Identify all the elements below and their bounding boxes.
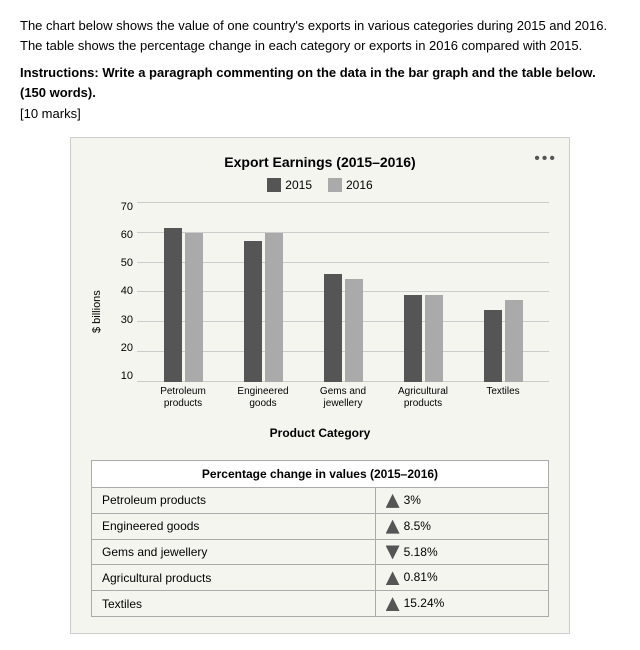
table-header: Percentage change in values (2015–2016) <box>92 461 549 488</box>
table-percent-2: 5.18% <box>404 545 438 559</box>
data-table: Percentage change in values (2015–2016) … <box>91 460 549 617</box>
arrow-up-icon <box>386 494 400 508</box>
bar-2015-3 <box>404 295 422 382</box>
bar-2016-4 <box>505 300 523 382</box>
table-category-1: Engineered goods <box>92 513 376 539</box>
x-label-2: Gems andjewellery <box>307 382 379 422</box>
y-labels: 70 60 50 40 30 20 10 <box>107 202 137 382</box>
y-label-20: 20 <box>107 343 137 354</box>
legend-2015-box <box>267 178 281 192</box>
table-value-4: 15.24% <box>375 591 548 617</box>
y-axis-label: $ billions <box>91 202 103 422</box>
table-percent-4: 15.24% <box>404 596 445 610</box>
table-value-3: 0.81% <box>375 565 548 591</box>
bar-2016-3 <box>425 295 443 382</box>
arrow-up-icon <box>386 520 400 534</box>
table-row-4: Textiles 15.24% <box>92 591 549 617</box>
table-percent-1: 8.5% <box>404 519 431 533</box>
y-label-70: 70 <box>107 202 137 213</box>
x-label-4: Textiles <box>467 382 539 422</box>
chart-inner: 70 60 50 40 30 20 10 Petroleumprod <box>107 202 549 422</box>
legend-2015: 2015 <box>267 178 312 192</box>
table-row-2: Gems and jewellery 5.18% <box>92 539 549 565</box>
bar-chart-area: $ billions 70 60 50 40 30 20 10 <box>91 202 549 422</box>
bar-group-2 <box>307 274 379 382</box>
legend-2016: 2016 <box>328 178 373 192</box>
bar-group-3 <box>387 295 459 382</box>
x-label-1: Engineeredgoods <box>227 382 299 422</box>
arrow-up-icon <box>386 597 400 611</box>
table-category-2: Gems and jewellery <box>92 539 376 565</box>
legend-2015-label: 2015 <box>285 178 312 192</box>
x-label-3: Agriculturalproducts <box>387 382 459 422</box>
y-label-10: 10 <box>107 371 137 382</box>
x-axis-title: Product Category <box>91 426 549 440</box>
instructions-text: Instructions: Write a paragraph commenti… <box>20 63 620 102</box>
bar-2015-4 <box>484 310 502 382</box>
bar-group-1 <box>227 233 299 382</box>
bar-2015-2 <box>324 274 342 382</box>
intro-text: The chart below shows the value of one c… <box>20 16 620 55</box>
bar-group-4 <box>467 300 539 382</box>
legend-2016-label: 2016 <box>346 178 373 192</box>
y-label-60: 60 <box>107 230 137 241</box>
table-row-0: Petroleum products 3% <box>92 488 549 514</box>
bar-2016-2 <box>345 279 363 382</box>
table-section: Percentage change in values (2015–2016) … <box>91 460 549 617</box>
table-percent-3: 0.81% <box>404 570 438 584</box>
bar-2016-1 <box>265 233 283 382</box>
table-value-2: 5.18% <box>375 539 548 565</box>
bar-2015-1 <box>244 241 262 382</box>
table-category-3: Agricultural products <box>92 565 376 591</box>
bars-row <box>137 202 549 382</box>
table-category-4: Textiles <box>92 591 376 617</box>
table-value-1: 8.5% <box>375 513 548 539</box>
chart-container: ••• Export Earnings (2015–2016) 2015 201… <box>70 137 570 634</box>
chart-title: Export Earnings (2015–2016) <box>91 154 549 170</box>
more-options-icon[interactable]: ••• <box>534 150 557 168</box>
legend-2016-box <box>328 178 342 192</box>
x-labels: PetroleumproductsEngineeredgoodsGems and… <box>137 382 549 422</box>
table-row-1: Engineered goods 8.5% <box>92 513 549 539</box>
bar-2016-0 <box>185 233 203 382</box>
marks-text: [10 marks] <box>20 106 620 121</box>
table-percent-0: 3% <box>404 493 421 507</box>
y-label-50: 50 <box>107 258 137 269</box>
y-label-30: 30 <box>107 315 137 326</box>
table-value-0: 3% <box>375 488 548 514</box>
arrow-up-icon <box>386 571 400 585</box>
bar-group-0 <box>147 228 219 382</box>
chart-legend: 2015 2016 <box>91 178 549 192</box>
table-category-0: Petroleum products <box>92 488 376 514</box>
arrow-down-icon <box>386 545 400 559</box>
bar-2015-0 <box>164 228 182 382</box>
y-label-40: 40 <box>107 286 137 297</box>
table-row-3: Agricultural products 0.81% <box>92 565 549 591</box>
x-label-0: Petroleumproducts <box>147 382 219 422</box>
